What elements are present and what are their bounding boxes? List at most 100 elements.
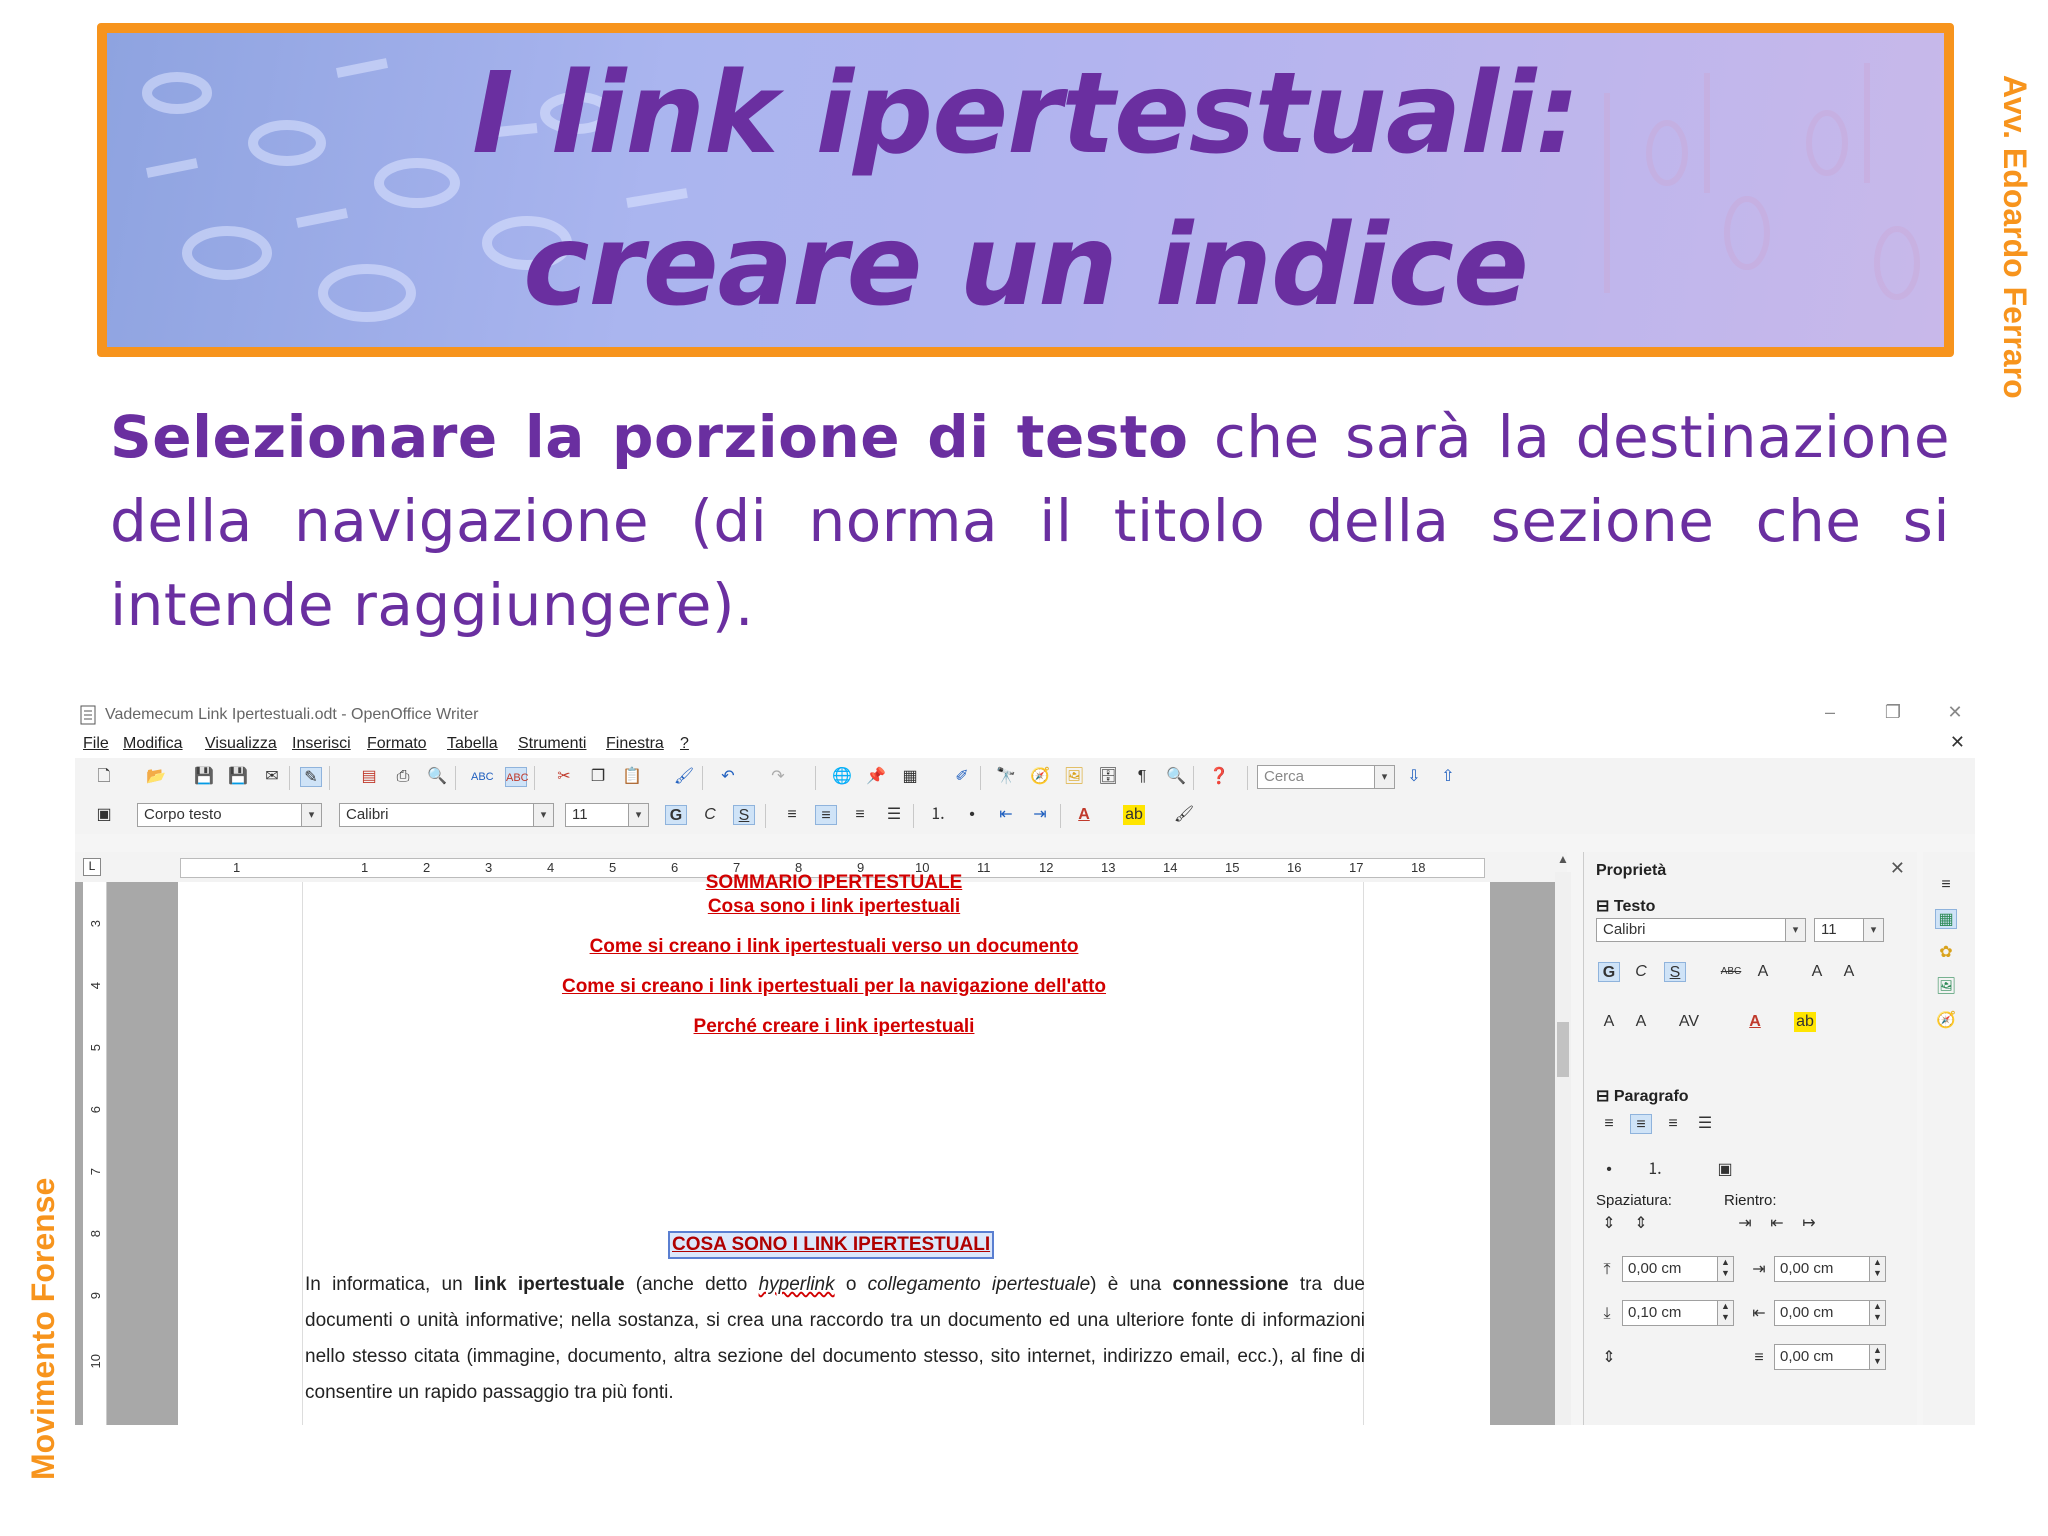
italic-button[interactable]: C bbox=[699, 805, 721, 825]
navigator-icon[interactable]: 🧭 bbox=[1029, 767, 1051, 787]
align-left-icon[interactable]: ≡ bbox=[781, 805, 803, 825]
autospellcheck-icon[interactable]: ABC bbox=[505, 767, 529, 787]
menu-modifica[interactable]: Modifica bbox=[123, 735, 183, 753]
data-sources-icon[interactable]: 🗄 bbox=[1097, 767, 1119, 787]
menu-tabella[interactable]: Tabella bbox=[447, 735, 498, 753]
sidebar-justify-icon[interactable]: ☰ bbox=[1694, 1114, 1716, 1134]
strikethrough-icon[interactable]: ABC bbox=[1720, 962, 1742, 982]
chevron-down-icon[interactable]: ▾ bbox=[533, 804, 553, 826]
minimize-icon[interactable]: – bbox=[1815, 702, 1845, 723]
search-input[interactable]: Cerca ▾ bbox=[1257, 765, 1395, 789]
selected-section-title[interactable]: COSA SONO I LINK IPERTESTUALI bbox=[668, 1231, 995, 1259]
close-sidebar-icon[interactable]: ✕ bbox=[1890, 858, 1905, 879]
formatting-marks-icon[interactable]: ¶ bbox=[1131, 767, 1153, 787]
first-line-indent-field[interactable]: 0,00 cm ▲ ▼ bbox=[1774, 1344, 1886, 1370]
draw-functions-icon[interactable]: ✐ bbox=[951, 767, 973, 787]
toc-link-3[interactable]: Come si creano i link ipertestuali per l… bbox=[178, 976, 1490, 998]
menu-finestra[interactable]: Finestra bbox=[606, 735, 664, 753]
body-paragraph[interactable]: In informatica, un link ipertestuale (an… bbox=[305, 1267, 1365, 1411]
decrease-spacing-icon[interactable]: ⇕ bbox=[1630, 1214, 1652, 1234]
bullets-icon[interactable]: • bbox=[961, 805, 983, 825]
restore-icon[interactable]: ❐ bbox=[1878, 702, 1908, 723]
shrink-font-icon[interactable]: A bbox=[1838, 962, 1860, 982]
sidebar-increase-indent-icon[interactable]: ⇥ bbox=[1734, 1214, 1756, 1234]
menu-visualizza[interactable]: Visualizza bbox=[205, 735, 277, 753]
sidebar-font-name-select[interactable]: Calibri ▾ bbox=[1596, 918, 1806, 942]
styles-deck-icon[interactable]: ✿ bbox=[1935, 943, 1957, 963]
sidebar-numbering-icon[interactable]: ⒈ bbox=[1644, 1160, 1666, 1180]
table-icon[interactable]: ▦ bbox=[899, 767, 921, 787]
edit-mode-icon[interactable]: ✎ bbox=[300, 767, 322, 787]
tab-stop-selector[interactable]: L bbox=[83, 858, 101, 876]
sidebar-highlight-icon[interactable]: ab bbox=[1794, 1012, 1816, 1032]
undo-icon[interactable]: ↶ bbox=[717, 767, 739, 787]
font-size-select[interactable]: 11 ▾ bbox=[565, 803, 649, 827]
indent-after-field[interactable]: 0,00 cm ▲ ▼ bbox=[1774, 1300, 1886, 1326]
copy-icon[interactable]: ❐ bbox=[587, 767, 609, 787]
sidebar-underline-button[interactable]: S bbox=[1664, 962, 1686, 982]
redo-icon[interactable]: ↷ bbox=[767, 767, 789, 787]
increase-spacing-icon[interactable]: ⇕ bbox=[1598, 1214, 1620, 1234]
sidebar-align-right-icon[interactable]: ≡ bbox=[1662, 1114, 1684, 1134]
character-spacing-icon[interactable]: AV bbox=[1678, 1012, 1700, 1032]
sidebar-bold-button[interactable]: G bbox=[1598, 962, 1620, 982]
export-pdf-icon[interactable]: ▤ bbox=[358, 767, 380, 787]
section-paragrafo[interactable]: ⊟ Paragrafo bbox=[1596, 1086, 1689, 1106]
menu-formato[interactable]: Formato bbox=[367, 735, 427, 753]
increase-indent-icon[interactable]: ⇥ bbox=[1029, 805, 1051, 825]
background-color-icon[interactable]: 🖌 bbox=[1173, 805, 1195, 825]
sidebar-align-left-icon[interactable]: ≡ bbox=[1598, 1114, 1620, 1134]
superscript-icon[interactable]: A bbox=[1598, 1012, 1620, 1032]
sidebar-align-center-icon[interactable]: ≡ bbox=[1630, 1114, 1652, 1134]
paste-icon[interactable]: 📋 bbox=[621, 767, 643, 787]
grow-font-icon[interactable]: A bbox=[1806, 962, 1828, 982]
print-preview-icon[interactable]: 🔍 bbox=[426, 767, 448, 787]
decrease-indent-icon[interactable]: ⇤ bbox=[995, 805, 1017, 825]
email-icon[interactable]: ✉ bbox=[261, 767, 283, 787]
new-document-icon[interactable]: 🗋 bbox=[93, 767, 115, 787]
highlight-icon[interactable]: ab bbox=[1123, 805, 1145, 825]
font-color-icon[interactable]: A bbox=[1073, 805, 1095, 825]
spellcheck-icon[interactable]: ABC bbox=[471, 767, 494, 787]
cut-icon[interactable]: ✂ bbox=[553, 767, 575, 787]
spacing-below-field[interactable]: 0,10 cm ▲ ▼ bbox=[1622, 1300, 1734, 1326]
save-icon[interactable]: 💾 bbox=[193, 767, 215, 787]
menu-inserisci[interactable]: Inserisci bbox=[292, 735, 351, 753]
sidebar-menu-icon[interactable]: ≡ bbox=[1935, 875, 1957, 895]
navigator-deck-icon[interactable]: 🧭 bbox=[1935, 1011, 1957, 1031]
sidebar-font-size-select[interactable]: 11 ▾ bbox=[1814, 918, 1884, 942]
toc-link-2[interactable]: Come si creano i link ipertestuali verso… bbox=[178, 936, 1490, 958]
zoom-icon[interactable]: 🔍 bbox=[1165, 767, 1187, 787]
styles-icon[interactable]: ▣ bbox=[93, 805, 115, 825]
paragraph-style-select[interactable]: Corpo testo ▾ bbox=[137, 803, 322, 827]
format-paintbrush-icon[interactable]: 🖌 bbox=[673, 767, 695, 787]
shadow-icon[interactable]: A bbox=[1752, 962, 1774, 982]
scroll-up-icon[interactable]: ▲ bbox=[1555, 852, 1571, 872]
sidebar-decrease-indent-icon[interactable]: ⇤ bbox=[1766, 1214, 1788, 1234]
save-as-icon[interactable]: 💾 bbox=[227, 767, 249, 787]
align-right-icon[interactable]: ≡ bbox=[849, 805, 871, 825]
navigator-pin-icon[interactable]: 📌 bbox=[865, 767, 887, 787]
document-page[interactable]: SOMMARIO IPERTESTUALE Cosa sono i link i… bbox=[178, 872, 1490, 1425]
sidebar-italic-button[interactable]: C bbox=[1630, 962, 1652, 982]
find-next-icon[interactable]: ⇩ bbox=[1403, 767, 1425, 787]
bold-button[interactable]: G bbox=[665, 805, 687, 825]
paragraph-background-icon[interactable]: ▣ bbox=[1714, 1160, 1736, 1180]
toc-link-1[interactable]: Cosa sono i link ipertestuali bbox=[178, 896, 1490, 918]
justify-icon[interactable]: ☰ bbox=[883, 805, 905, 825]
print-icon[interactable]: ⎙ bbox=[392, 767, 414, 787]
properties-deck-icon[interactable]: ▦ bbox=[1935, 909, 1957, 929]
scrollbar-thumb[interactable] bbox=[1557, 1022, 1569, 1077]
find-previous-icon[interactable]: ⇧ bbox=[1437, 767, 1459, 787]
gallery-deck-icon[interactable]: 🖼 bbox=[1935, 977, 1957, 997]
menu-file[interactable]: File bbox=[83, 735, 109, 753]
sidebar-bullets-icon[interactable]: • bbox=[1598, 1160, 1620, 1180]
chevron-down-icon[interactable]: ▾ bbox=[1374, 766, 1394, 788]
menu-strumenti[interactable]: Strumenti bbox=[518, 735, 586, 753]
underline-button[interactable]: S bbox=[733, 805, 755, 825]
line-spacing-icon[interactable]: ⇕ bbox=[1598, 1348, 1620, 1368]
chevron-down-icon[interactable]: ▾ bbox=[1785, 919, 1805, 941]
menu-help[interactable]: ? bbox=[680, 735, 689, 753]
hyperlink-icon[interactable]: 🌐 bbox=[831, 767, 853, 787]
find-replace-icon[interactable]: 🔭 bbox=[995, 767, 1017, 787]
